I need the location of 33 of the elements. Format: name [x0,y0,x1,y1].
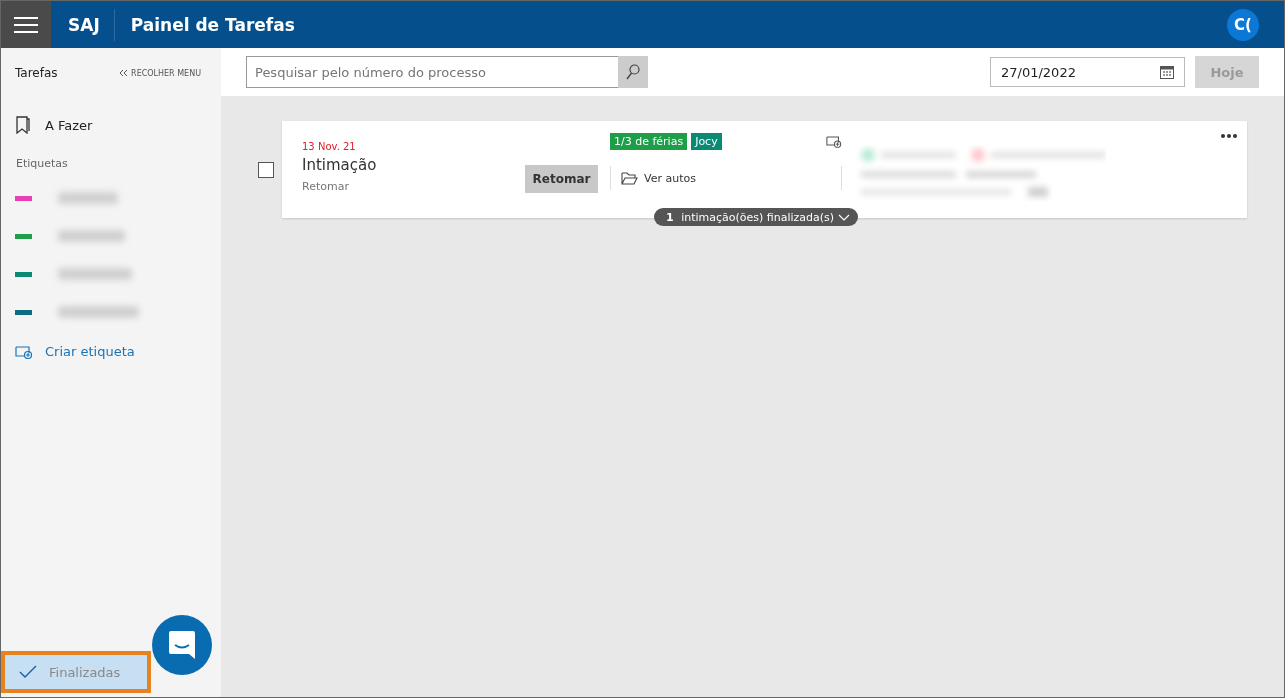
create-label-link[interactable]: Criar etiqueta [1,344,221,359]
task-date: 13 Nov. 21 [302,141,357,152]
more-icon[interactable] [1221,134,1237,138]
chevron-down-icon [838,213,851,221]
search-field[interactable]: Pesquisar pelo número do processo [246,56,618,88]
chat-button[interactable] [152,615,212,675]
task-title: Intimação [302,156,378,174]
search-button[interactable] [618,56,648,88]
calendar-icon [1160,65,1174,79]
search-icon [626,64,640,80]
user-avatar[interactable]: C( [1227,8,1259,41]
folder-icon [621,171,638,185]
resume-button[interactable]: Retomar [525,165,598,193]
sidebar-item[interactable]: A Fazer [1,116,221,134]
finished-count-toggle[interactable]: 1 intimação(ões) finalizada(s) [654,208,859,226]
app-name: SAJ [68,14,100,35]
page-title: Painel de Tarefas [130,14,295,35]
task-tag[interactable]: Jocy [691,133,722,150]
task-status: Retomar [302,180,350,193]
section-title: Etiquetas [16,157,69,170]
add-label-icon[interactable] [826,135,842,148]
task-checkbox[interactable] [258,161,274,178]
menu-button[interactable] [1,1,51,48]
chat-icon [168,630,196,660]
date-field[interactable]: 27/01/2022 [990,57,1185,87]
menu-icon [14,15,38,34]
view-records-link[interactable]: Ver autos [610,166,842,190]
double-chevron-left-icon [119,69,129,77]
add-label-icon [15,344,33,359]
check-icon [19,665,37,679]
bookmark-icon [15,116,31,134]
sidebar-title: Tarefas [15,66,58,80]
collapse-menu-link[interactable]: RECOLHER MENU [119,68,201,78]
